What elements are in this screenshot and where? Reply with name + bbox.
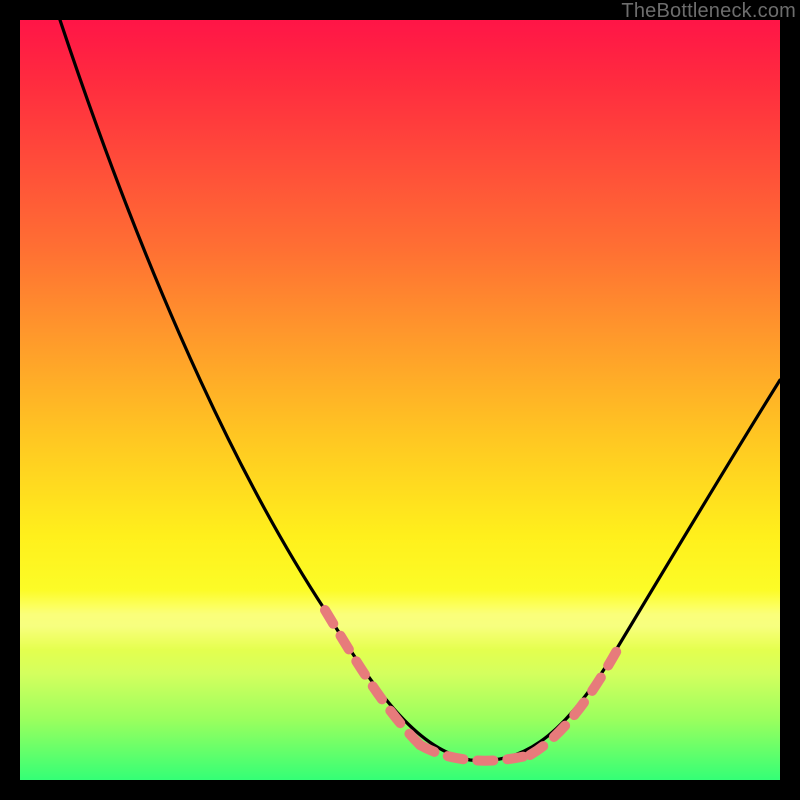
chart-frame <box>20 20 780 780</box>
bottleneck-curve <box>20 20 780 780</box>
dash-floor <box>420 745 530 761</box>
curve-path <box>60 20 780 761</box>
